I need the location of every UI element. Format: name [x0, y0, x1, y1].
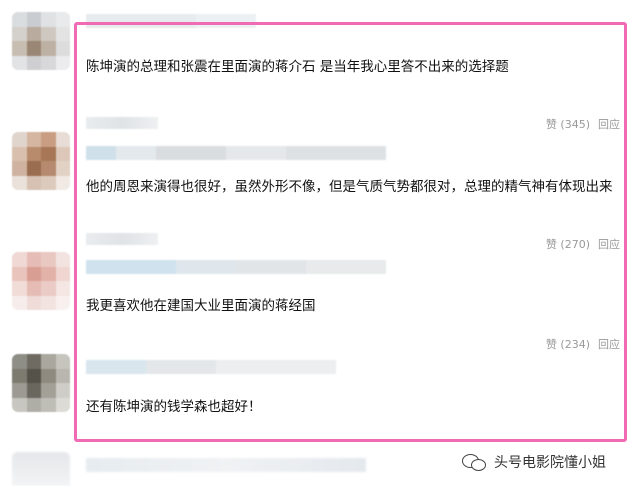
avatar-pixel — [41, 26, 56, 41]
comment-actions: 赞 (234) 回应 — [546, 336, 620, 352]
avatar-pixel — [55, 281, 70, 296]
avatar-pixel — [55, 368, 70, 383]
avatar-pixel — [26, 175, 41, 190]
reply-button[interactable]: 回应 — [598, 236, 620, 252]
avatar-pixel — [41, 295, 56, 310]
username-blurred[interactable] — [86, 458, 366, 472]
avatar-pixel — [26, 12, 41, 27]
comment-text: 我更喜欢他在建国大业里面演的蒋经国 — [86, 298, 316, 314]
avatar-pixel — [55, 41, 70, 56]
username-blurred[interactable] — [86, 260, 386, 274]
timestamp-blurred — [86, 233, 158, 245]
avatar-pixel — [26, 295, 41, 310]
like-count: (270) — [560, 238, 590, 251]
comment-text: 陈坤演的总理和张震在里面演的蒋介石 是当年我心里答不出来的选择题 — [86, 59, 509, 75]
comment-text: 还有陈坤演的钱学森也超好！ — [86, 399, 262, 415]
avatar-pixel — [41, 397, 56, 412]
avatar-pixel — [12, 161, 27, 176]
avatar[interactable] — [12, 354, 70, 412]
like-label[interactable]: 赞 — [546, 118, 557, 131]
avatar-pixel — [55, 12, 70, 27]
username-blurred[interactable] — [86, 14, 256, 28]
avatar-pixel — [26, 397, 41, 412]
avatar-pixel — [55, 146, 70, 161]
avatar-pixel — [12, 368, 27, 383]
like-label[interactable]: 赞 — [546, 238, 557, 251]
avatar-pixel — [12, 383, 27, 398]
avatar-pixel — [55, 354, 70, 369]
avatar[interactable] — [12, 12, 70, 70]
avatar-pixel — [12, 146, 27, 161]
username-blurred[interactable] — [86, 360, 336, 374]
avatar-pixel — [12, 55, 27, 70]
avatar-pixel — [55, 383, 70, 398]
like-label[interactable]: 赞 — [546, 338, 557, 351]
avatar[interactable] — [12, 252, 70, 310]
avatar-pixel — [55, 26, 70, 41]
like-button[interactable]: 赞 (345) — [546, 116, 590, 132]
avatar-pixel — [12, 175, 27, 190]
avatar-pixel — [12, 41, 27, 56]
avatar-pixel — [26, 55, 41, 70]
avatar-pixel — [41, 161, 56, 176]
avatar-pixel — [26, 354, 41, 369]
watermark: 头号电影院懂小姐 — [462, 452, 606, 472]
avatar-pixel — [55, 252, 70, 267]
highlight-box — [74, 22, 627, 442]
avatar-pixel — [26, 161, 41, 176]
avatar-pixel — [12, 12, 27, 27]
like-button[interactable]: 赞 (270) — [546, 236, 590, 252]
avatar-pixel — [41, 41, 56, 56]
avatar-pixel — [26, 383, 41, 398]
avatar-pixel — [26, 281, 41, 296]
avatar-pixel — [26, 146, 41, 161]
avatar-pixel — [26, 41, 41, 56]
avatar-pixel — [41, 175, 56, 190]
avatar-pixel — [12, 397, 27, 412]
avatar-pixel — [26, 266, 41, 281]
avatar-pixel — [12, 26, 27, 41]
comment-text: 他的周恩来演得也很好，虽然外形不像，但是气质气势都很对，总理的精气神有体现出来 — [86, 179, 613, 195]
timestamp-blurred — [86, 117, 158, 129]
avatar-pixel — [55, 161, 70, 176]
avatar-pixel — [26, 26, 41, 41]
avatar-pixel — [12, 354, 27, 369]
like-count: (234) — [560, 338, 590, 351]
avatar-pixel — [55, 175, 70, 190]
avatar-pixel — [12, 281, 27, 296]
comment-actions: 赞 (345) 回应 — [546, 116, 620, 132]
avatar-pixel — [12, 252, 27, 267]
avatar-pixel — [41, 266, 56, 281]
avatar-pixel — [41, 281, 56, 296]
reply-button[interactable]: 回应 — [598, 116, 620, 132]
like-count: (345) — [560, 118, 590, 131]
avatar-pixel — [26, 252, 41, 267]
avatar-pixel — [41, 12, 56, 27]
avatar-pixel — [41, 383, 56, 398]
wechat-icon — [462, 452, 488, 472]
avatar-pixel — [26, 368, 41, 383]
avatar[interactable] — [12, 132, 70, 190]
like-button[interactable]: 赞 (234) — [546, 336, 590, 352]
avatar-pixel — [41, 368, 56, 383]
avatar-pixel — [41, 55, 56, 70]
avatar-pixel — [41, 252, 56, 267]
avatar-pixel — [55, 55, 70, 70]
avatar-pixel — [55, 266, 70, 281]
comment-actions: 赞 (270) 回应 — [546, 236, 620, 252]
avatar-pixel — [12, 132, 27, 147]
avatar-pixel — [41, 146, 56, 161]
avatar[interactable] — [12, 452, 70, 486]
avatar-pixel — [26, 132, 41, 147]
avatar-pixel — [12, 295, 27, 310]
watermark-text: 头号电影院懂小姐 — [494, 455, 606, 471]
avatar-pixel — [55, 397, 70, 412]
avatar-pixel — [41, 132, 56, 147]
username-blurred[interactable] — [86, 146, 386, 160]
avatar-pixel — [55, 295, 70, 310]
avatar-pixel — [55, 132, 70, 147]
avatar-pixel — [41, 354, 56, 369]
avatar-pixel — [12, 266, 27, 281]
reply-button[interactable]: 回应 — [598, 336, 620, 352]
